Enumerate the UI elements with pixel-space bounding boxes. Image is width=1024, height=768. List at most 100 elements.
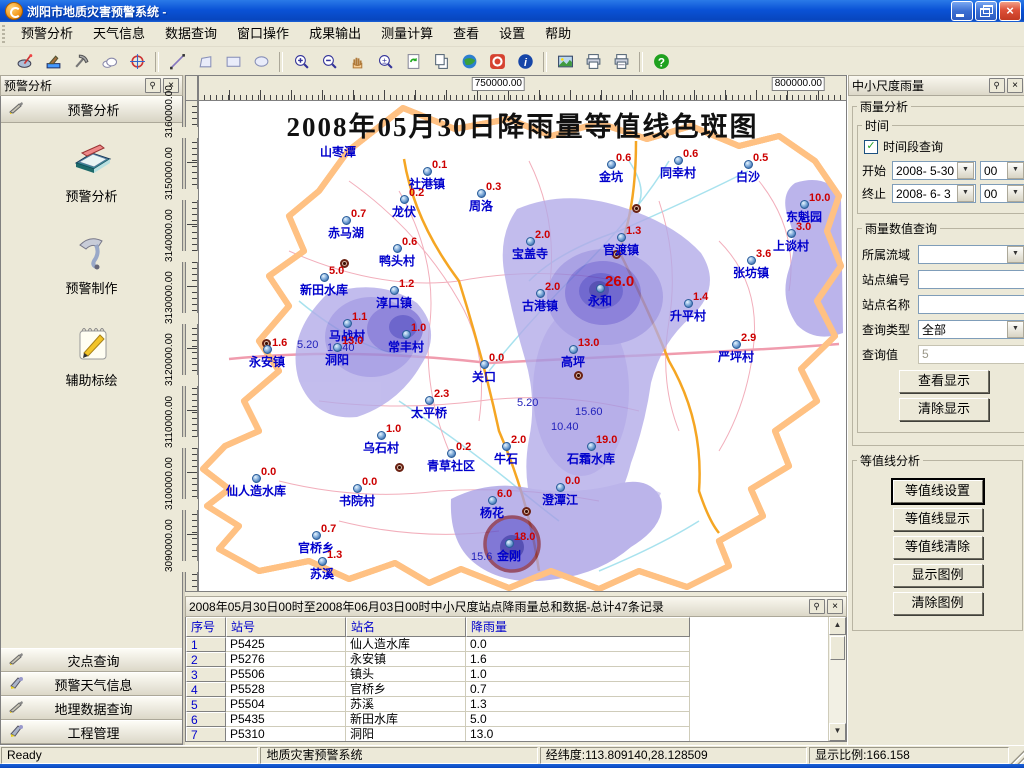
- town-marker: [574, 371, 583, 380]
- column-header[interactable]: 站号: [226, 617, 346, 637]
- table-row[interactable]: 3P5506镇头1.0: [186, 667, 829, 682]
- menu-item[interactable]: 设置: [489, 22, 535, 46]
- line-icon[interactable]: [164, 49, 190, 74]
- close-icon[interactable]: ×: [1007, 78, 1023, 93]
- field-select[interactable]: 全部▼: [918, 320, 1024, 339]
- table-row[interactable]: 7P5310洞阳13.0: [186, 727, 829, 741]
- menu-grip[interactable]: [2, 25, 9, 43]
- table-cell: 1.3: [466, 697, 690, 712]
- chevron-down-icon[interactable]: ▼: [1007, 162, 1024, 179]
- start-hour-select[interactable]: 00▼: [980, 161, 1024, 180]
- print-icon[interactable]: [580, 49, 606, 74]
- polygon-icon[interactable]: [192, 49, 218, 74]
- image-icon[interactable]: [552, 49, 578, 74]
- sidebar-item[interactable]: 预警分析: [32, 139, 152, 205]
- table-cell: 洞阳: [346, 727, 466, 741]
- excavate-icon[interactable]: [40, 49, 66, 74]
- sidebar-section[interactable]: 灾点查询: [1, 648, 182, 672]
- menu-item[interactable]: 测量计算: [371, 22, 443, 46]
- checkbox-check-icon[interactable]: ✓: [864, 140, 878, 154]
- sidebar-section[interactable]: 地理数据查询: [1, 696, 182, 720]
- restore-button[interactable]: [975, 1, 997, 21]
- station-name-label: 白沙: [703, 168, 793, 185]
- stop-icon[interactable]: [484, 49, 510, 74]
- scroll-down-icon[interactable]: ▼: [829, 723, 846, 741]
- help-icon[interactable]: ?: [648, 49, 674, 74]
- sidebar-item[interactable]: 辅助标绘: [32, 323, 152, 389]
- table-row[interactable]: 4P5528官桥乡0.7: [186, 682, 829, 697]
- pin-icon[interactable]: [989, 78, 1005, 93]
- contour-button[interactable]: 等值线设置: [893, 480, 983, 503]
- menu-item[interactable]: 预警分析: [11, 22, 83, 46]
- table-row[interactable]: 2P5276永安镇1.6: [186, 652, 829, 667]
- ellipse-icon[interactable]: [248, 49, 274, 74]
- cloud-icon[interactable]: [96, 49, 122, 74]
- chevron-down-icon[interactable]: ▼: [1007, 185, 1024, 202]
- text-field[interactable]: [918, 270, 1024, 289]
- map-canvas[interactable]: 2008年05月30日降雨量等值线色斑图 5.2010.405.2015.601…: [198, 101, 847, 592]
- zoom-in-icon[interactable]: [288, 49, 314, 74]
- close-icon[interactable]: ×: [827, 599, 843, 614]
- query-button[interactable]: 清除显示: [899, 398, 989, 421]
- pin-icon[interactable]: [145, 78, 161, 93]
- menu-item[interactable]: 窗口操作: [227, 22, 299, 46]
- text-field[interactable]: [918, 295, 1024, 314]
- minimize-button[interactable]: [951, 1, 973, 21]
- resize-grip[interactable]: [1010, 746, 1024, 765]
- chevron-down-icon[interactable]: ▼: [1007, 246, 1024, 263]
- contour-button[interactable]: 清除图例: [893, 592, 983, 615]
- rectangle-icon[interactable]: [220, 49, 246, 74]
- pick-icon[interactable]: [68, 49, 94, 74]
- menu-item[interactable]: 成果输出: [299, 22, 371, 46]
- station-rainfall-value: 0.7: [321, 523, 336, 535]
- scroll-thumb[interactable]: [830, 636, 845, 660]
- refresh-icon[interactable]: [400, 49, 426, 74]
- end-date-select[interactable]: 2008- 6- 3▼: [892, 184, 976, 203]
- target-icon[interactable]: [124, 49, 150, 74]
- start-date-select[interactable]: 2008- 5-30▼: [892, 161, 976, 180]
- column-header[interactable]: 序号: [186, 617, 226, 637]
- station-rainfall-value: 1.1: [352, 311, 367, 323]
- table-row[interactable]: 1P5425仙人造水库0.0: [186, 637, 829, 652]
- table-cell: 苏溪: [346, 697, 466, 712]
- field-select[interactable]: ▼: [918, 245, 1024, 264]
- sidebar-item[interactable]: 预警制作: [32, 231, 152, 297]
- table-scrollbar[interactable]: ▲ ▼: [828, 617, 846, 741]
- menu-item[interactable]: 数据查询: [155, 22, 227, 46]
- chevron-down-icon[interactable]: ▼: [1007, 321, 1024, 338]
- sidebar-section[interactable]: 预警天气信息: [1, 672, 182, 696]
- chevron-down-icon[interactable]: ▼: [957, 185, 974, 202]
- sidebar-header[interactable]: 预警分析: [1, 96, 182, 123]
- close-button[interactable]: ×: [999, 1, 1021, 21]
- copy-icon[interactable]: [428, 49, 454, 74]
- toolbar-separator: [155, 52, 159, 72]
- contour-button[interactable]: 等值线清除: [893, 536, 983, 559]
- menu-item[interactable]: 帮助: [535, 22, 581, 46]
- zoom-out-icon[interactable]: [316, 49, 342, 74]
- pin-icon[interactable]: [809, 599, 825, 614]
- menu-item[interactable]: 查看: [443, 22, 489, 46]
- table-row[interactable]: 6P5435新田水库5.0: [186, 712, 829, 727]
- print2-icon[interactable]: [608, 49, 634, 74]
- globe-icon[interactable]: [456, 49, 482, 74]
- station-rainfall-value: 3.6: [756, 248, 771, 260]
- table-row[interactable]: 5P5504苏溪1.3: [186, 697, 829, 712]
- column-header[interactable]: 降雨量: [466, 617, 690, 637]
- contour-button[interactable]: 等值线显示: [893, 508, 983, 531]
- table-cell: 新田水库: [346, 712, 466, 727]
- zoom-select-icon[interactable]: ±: [372, 49, 398, 74]
- time-range-checkbox[interactable]: ✓ 时间段查询: [864, 138, 1024, 155]
- station-rainfall-value: 3.0: [796, 221, 811, 233]
- end-hour-select[interactable]: 00▼: [980, 184, 1024, 203]
- pan-icon[interactable]: [344, 49, 370, 74]
- scroll-up-icon[interactable]: ▲: [829, 617, 846, 635]
- chevron-down-icon[interactable]: ▼: [957, 162, 974, 179]
- column-header[interactable]: 站名: [346, 617, 466, 637]
- menu-item[interactable]: 天气信息: [83, 22, 155, 46]
- sidebar-section[interactable]: 工程管理: [1, 720, 182, 744]
- station-rainfall-value: 0.6: [683, 148, 698, 160]
- radar-icon[interactable]: [12, 49, 38, 74]
- query-button[interactable]: 查看显示: [899, 370, 989, 393]
- info-icon[interactable]: i: [512, 49, 538, 74]
- contour-button[interactable]: 显示图例: [893, 564, 983, 587]
